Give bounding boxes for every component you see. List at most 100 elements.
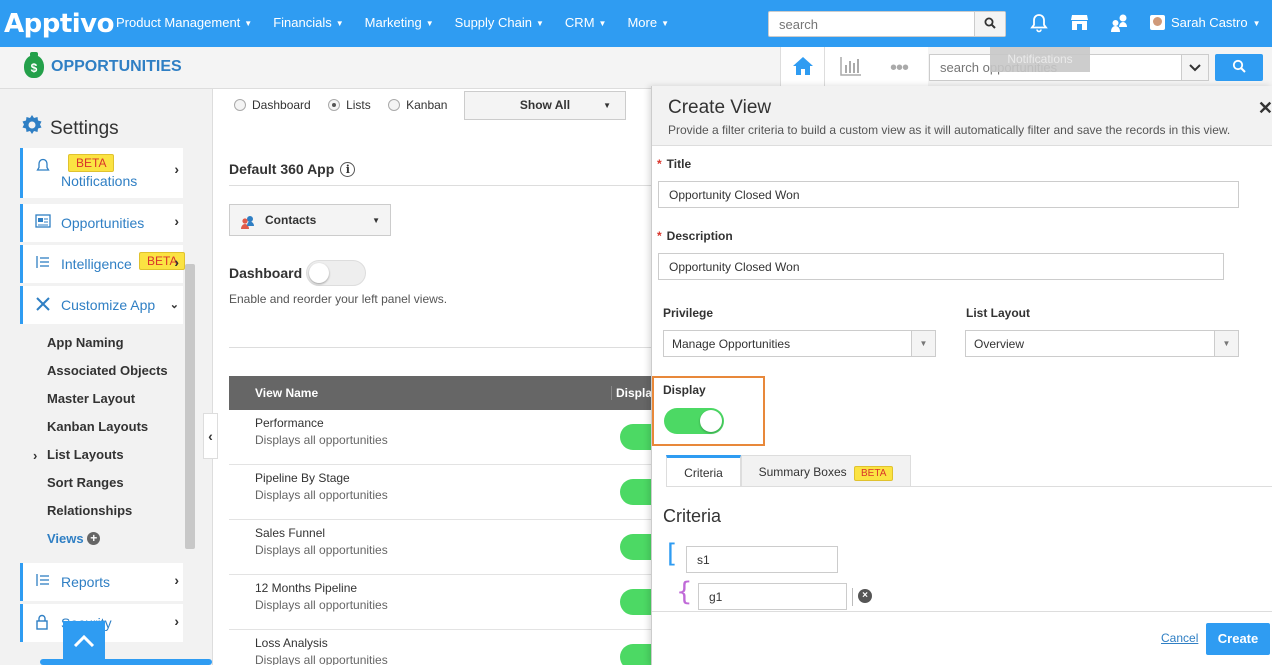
create-view-panel: Create View Provide a filter criteria to…: [651, 86, 1272, 665]
gear-icon: [20, 113, 44, 143]
subitem-list-layouts[interactable]: List Layouts: [47, 441, 168, 469]
settings-title: Settings: [20, 113, 119, 143]
radio-button: [328, 99, 341, 111]
sidebar-scrollbar[interactable]: [185, 264, 195, 549]
menu-crm[interactable]: CRM ▼: [565, 15, 607, 30]
bell-icon: [35, 158, 51, 174]
apptivo-logo[interactable]: Apptivo: [4, 9, 115, 39]
table-row[interactable]: Sales Funnel Displays all opportunities: [229, 520, 660, 575]
radio-button: [234, 99, 246, 111]
opportunity-search-button[interactable]: [1215, 54, 1263, 81]
table-row[interactable]: Performance Displays all opportunities: [229, 410, 660, 465]
more-dots-icon[interactable]: •••: [877, 47, 921, 89]
cancel-link[interactable]: Cancel: [1161, 631, 1198, 645]
description-label-text: Description: [666, 229, 733, 243]
criteria-heading: Criteria: [663, 506, 722, 526]
view-desc: Displays all opportunities: [255, 598, 388, 612]
sidebar-item-label: Opportunities: [61, 215, 145, 231]
chevron-down-icon[interactable]: [1181, 55, 1208, 80]
views-table: View Name Display Performance Displays al…: [229, 376, 660, 665]
description-input[interactable]: [658, 253, 1224, 280]
menu-financials[interactable]: Financials ▼: [273, 15, 343, 30]
subitem-relationships[interactable]: Relationships: [47, 497, 168, 525]
close-icon[interactable]: ✕: [1258, 98, 1272, 119]
menu-more[interactable]: More ▼: [627, 15, 669, 30]
bar-chart-icon[interactable]: [829, 47, 873, 89]
sidebar-item-label: Customize App: [61, 297, 156, 313]
brace-icon: {: [676, 577, 693, 607]
view-name: 12 Months Pipeline: [255, 581, 358, 595]
store-icon[interactable]: [1070, 13, 1089, 35]
create-button[interactable]: Create: [1206, 623, 1270, 655]
list-layout-select[interactable]: Overview ▼: [965, 330, 1239, 357]
app-root: Apptivo Product Management ▼ Financials ▼ …: [0, 0, 1272, 665]
remove-criteria-icon[interactable]: ×: [858, 589, 872, 603]
title-input[interactable]: [658, 181, 1239, 208]
collapse-sidebar-button[interactable]: ‹: [203, 413, 218, 459]
view-desc: Displays all opportunities: [255, 433, 388, 447]
tab-summary-boxes[interactable]: Summary Boxes BETA: [741, 455, 911, 487]
radio-dashboard[interactable]: Dashboard: [234, 98, 311, 112]
table-row[interactable]: Pipeline By Stage Displays all opportunit…: [229, 465, 660, 520]
main-menu: Product Management ▼ Financials ▼ Marketin…: [116, 15, 690, 30]
main-content: Dashboard Lists Kanban Show All ▼ Default…: [214, 89, 660, 665]
subitem-sort-ranges[interactable]: Sort Ranges: [47, 469, 168, 497]
panel-header: Create View Provide a filter criteria to…: [652, 86, 1272, 146]
contacts-dropdown[interactable]: Contacts ▼: [229, 204, 391, 236]
subitem-kanban-layouts[interactable]: Kanban Layouts: [47, 413, 168, 441]
sidebar-item-opportunities[interactable]: Opportunities ›: [20, 204, 183, 242]
privilege-select[interactable]: Manage Opportunities ▼: [663, 330, 936, 357]
menu-marketing[interactable]: Marketing ▼: [365, 15, 434, 30]
view-desc: Displays all opportunities: [255, 488, 388, 502]
menu-product-management[interactable]: Product Management ▼: [116, 15, 252, 30]
privilege-value: Manage Opportunities: [672, 337, 791, 351]
search-button[interactable]: [974, 12, 1005, 36]
subitem-views-label: Views: [47, 531, 84, 546]
caret-down-icon: ▼: [598, 19, 607, 29]
table-row[interactable]: 12 Months Pipeline Displays all opportuni…: [229, 575, 660, 630]
default-360-app-text: Default 360 App: [229, 161, 335, 177]
home-icon[interactable]: [781, 47, 825, 89]
view-name: Performance: [255, 416, 324, 430]
global-search-input[interactable]: [769, 12, 975, 36]
bracket-icon: [: [667, 539, 678, 569]
info-icon[interactable]: i: [340, 162, 356, 177]
chevron-right-icon: ›: [33, 448, 38, 463]
menu-label: More: [627, 15, 658, 30]
caret-down-icon: ▼: [335, 19, 344, 29]
dashboard-toggle[interactable]: [306, 260, 366, 286]
radio-lists[interactable]: Lists: [328, 98, 371, 112]
divider: [229, 347, 659, 348]
user-avatar-icon: [1150, 15, 1165, 30]
tab-criteria[interactable]: Criteria: [666, 455, 741, 487]
search-icon: [1232, 59, 1246, 73]
menu-supply-chain[interactable]: Supply Chain ▼: [455, 15, 544, 30]
show-all-dropdown[interactable]: Show All ▼: [464, 91, 626, 120]
display-toggle[interactable]: [664, 408, 724, 434]
settings-sidebar: Settings BETA Notifications › Opportunit…: [0, 89, 213, 665]
sidebar-item-customize-app[interactable]: Customize App ⌄: [20, 286, 183, 324]
header-view-name[interactable]: View Name: [255, 386, 318, 400]
sidebar-item-notifications[interactable]: BETA Notifications ›: [20, 148, 183, 198]
user-menu[interactable]: Sarah Castro ▼: [1150, 15, 1261, 30]
title-label: * Title: [657, 157, 691, 171]
caret-down-icon: ▼: [911, 331, 935, 356]
subitem-app-naming[interactable]: App Naming: [47, 329, 168, 357]
subitem-master-layout[interactable]: Master Layout: [47, 385, 168, 413]
notifications-tooltip: Notifications: [990, 47, 1090, 72]
criteria-g1-input[interactable]: [698, 583, 847, 610]
sidebar-item-intelligence[interactable]: Intelligence BETA ›: [20, 245, 186, 283]
table-row[interactable]: Loss Analysis Displays all opportunities: [229, 630, 660, 665]
subitem-views[interactable]: Views +: [47, 525, 168, 553]
bell-icon[interactable]: [1030, 13, 1048, 36]
caret-down-icon: ▼: [603, 101, 611, 110]
sidebar-item-reports[interactable]: Reports ›: [20, 563, 183, 601]
people-icon[interactable]: [1110, 13, 1129, 36]
caret-down-icon: ▼: [244, 19, 253, 29]
subitem-associated-objects[interactable]: Associated Objects: [47, 357, 168, 385]
add-circle-icon[interactable]: +: [87, 532, 101, 545]
criteria-s1-input[interactable]: [686, 546, 838, 573]
list-icon: [35, 255, 51, 271]
radio-kanban[interactable]: Kanban: [388, 98, 447, 112]
view-name: Pipeline By Stage: [255, 471, 350, 485]
